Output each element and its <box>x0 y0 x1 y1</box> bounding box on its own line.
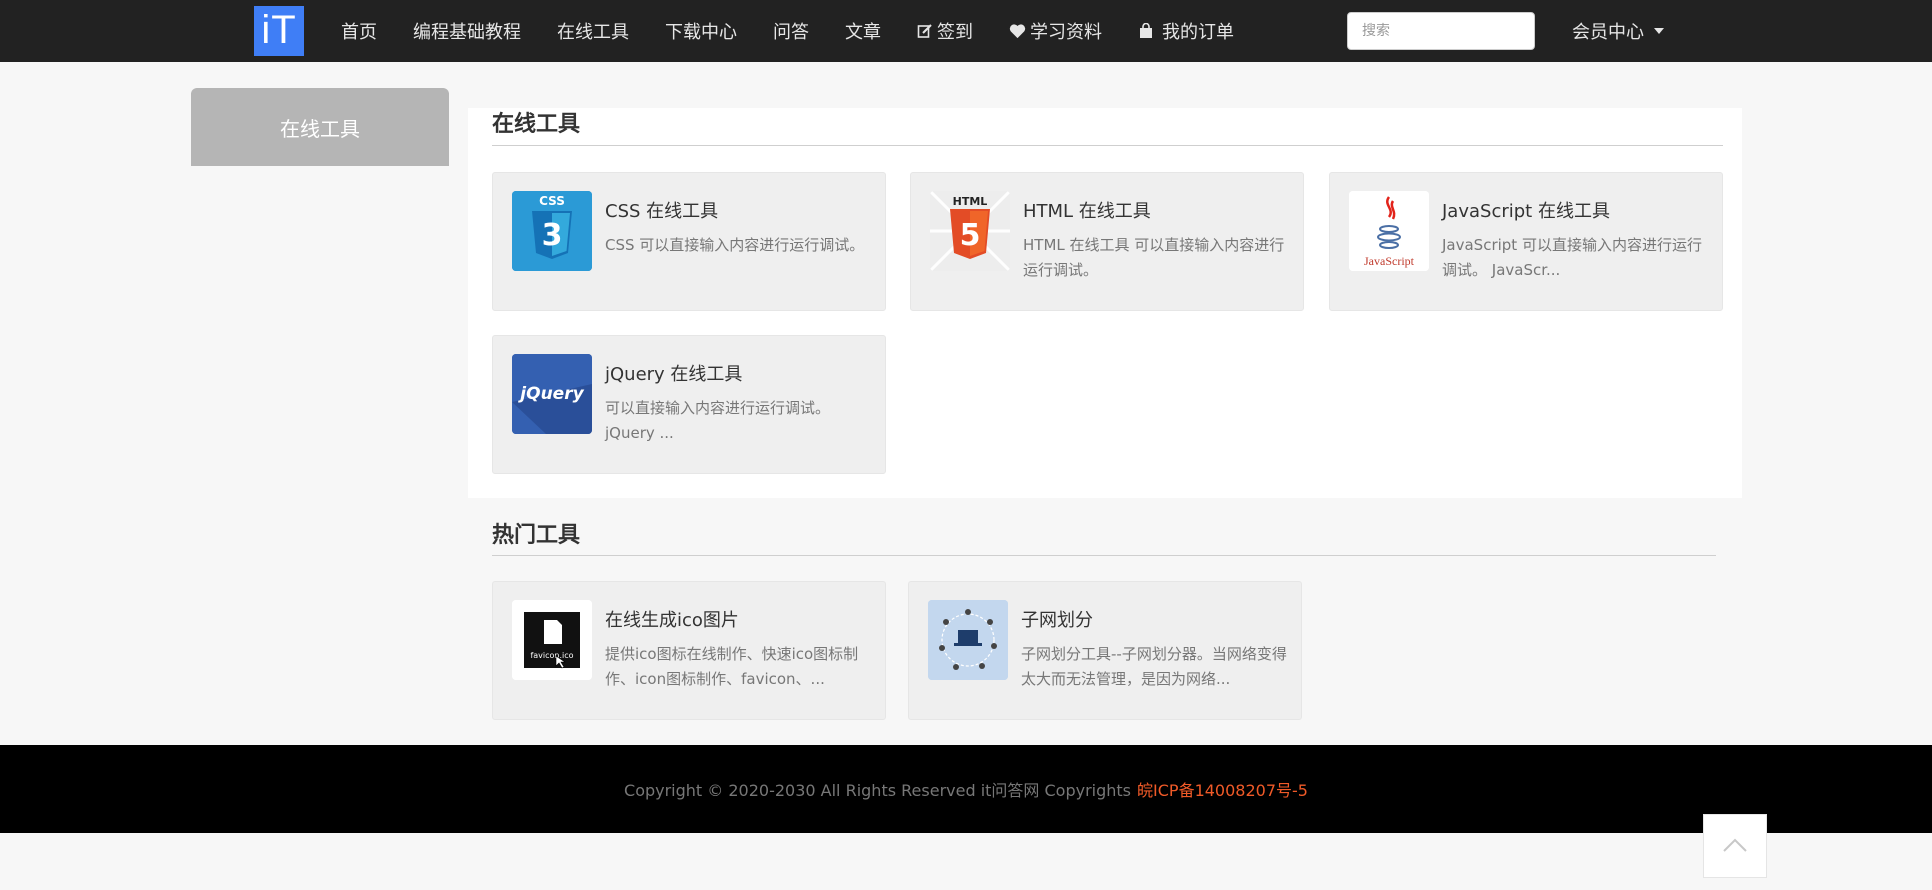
nav-item-tutorials[interactable]: 编程基础教程 <box>395 18 539 44</box>
network-icon <box>928 600 1008 680</box>
section-title-hot-tools: 热门工具 <box>492 523 581 548</box>
tool-card-subnet[interactable]: 子网划分 子网划分工具--子网划分器。当网络变得太大而无法管理，是因为网络... <box>908 581 1302 720</box>
nav-item-articles[interactable]: 文章 <box>827 18 899 44</box>
svg-text:CSS: CSS <box>539 194 565 208</box>
chevron-up-icon <box>1723 838 1747 852</box>
heart-icon <box>1009 24 1026 39</box>
jquery-icon: jQuery <box>512 354 592 434</box>
sidebar-tab-online-tools[interactable]: 在线工具 <box>191 88 449 166</box>
nav-item-my-orders[interactable]: 我的订单 <box>1120 18 1252 44</box>
back-to-top-button[interactable] <box>1703 814 1767 878</box>
main-nav: 首页 编程基础教程 在线工具 下载中心 问答 文章 签到 学习资料 我的订单 <box>323 0 1252 62</box>
javascript-icon: JavaScript <box>1349 191 1429 271</box>
site-logo[interactable]: iT <box>254 6 304 56</box>
tool-card-html[interactable]: HTML 5 HTML 在线工具 HTML 在线工具 可以直接输入内容进行运行调… <box>910 172 1304 311</box>
card-description: CSS 可以直接输入内容进行运行调试。 <box>605 236 865 254</box>
card-title: HTML 在线工具 <box>1023 201 1151 222</box>
tool-card-css[interactable]: CSS 3 CSS 在线工具 CSS 可以直接输入内容进行运行调试。 <box>492 172 886 311</box>
svg-text:5: 5 <box>960 218 981 253</box>
section-divider <box>492 555 1716 556</box>
section-divider <box>492 145 1723 146</box>
nav-item-study-materials[interactable]: 学习资料 <box>991 18 1120 44</box>
card-description: 提供ico图标在线制作、快速ico图标制作、icon图标制作、favicon、.… <box>605 645 859 688</box>
nav-item-home[interactable]: 首页 <box>323 18 395 44</box>
nav-item-online-tools[interactable]: 在线工具 <box>539 18 647 44</box>
nav-item-downloads[interactable]: 下载中心 <box>647 18 755 44</box>
footer-copyright: Copyright © 2020-2030 All Rights Reserve… <box>624 781 1132 800</box>
section-title-online-tools: 在线工具 <box>492 112 581 137</box>
card-description: 子网划分工具--子网划分器。当网络变得太大而无法管理，是因为网络... <box>1021 645 1287 688</box>
nav-item-checkin[interactable]: 签到 <box>899 18 991 44</box>
card-description: JavaScript 可以直接输入内容进行运行调试。 JavaScr... <box>1442 236 1702 279</box>
card-title: 子网划分 <box>1021 610 1093 631</box>
footer: Copyright © 2020-2030 All Rights Reserve… <box>0 745 1932 833</box>
svg-text:jQuery: jQuery <box>517 384 584 404</box>
shopping-bag-icon <box>1140 23 1152 38</box>
card-description: HTML 在线工具 可以直接输入内容进行运行调试。 <box>1023 236 1285 279</box>
svg-text:JavaScript: JavaScript <box>1364 254 1415 268</box>
tool-card-javascript[interactable]: JavaScript JavaScript 在线工具 JavaScript 可以… <box>1329 172 1723 311</box>
top-navbar: iT 首页 编程基础教程 在线工具 下载中心 问答 文章 签到 学习资料 我的订… <box>0 0 1932 62</box>
svg-text:HTML: HTML <box>953 195 988 208</box>
member-center-dropdown[interactable]: 会员中心 <box>1572 0 1664 62</box>
card-title: CSS 在线工具 <box>605 201 719 222</box>
svg-text:3: 3 <box>542 218 563 253</box>
favicon-icon: favicon.ico <box>512 600 592 680</box>
edit-icon <box>917 24 932 38</box>
tool-card-jquery[interactable]: jQuery jQuery 在线工具 可以直接输入内容进行运行调试。 jQuer… <box>492 335 886 474</box>
card-title: 在线生成ico图片 <box>605 610 739 631</box>
card-title: JavaScript 在线工具 <box>1442 201 1610 222</box>
nav-item-qa[interactable]: 问答 <box>755 18 827 44</box>
icp-link[interactable]: 皖ICP备14008207号-5 <box>1137 777 1308 801</box>
search-input[interactable] <box>1347 12 1535 50</box>
css3-icon: CSS 3 <box>512 191 592 271</box>
tool-card-ico-generator[interactable]: favicon.ico 在线生成ico图片 提供ico图标在线制作、快速ico图… <box>492 581 886 720</box>
svg-text:favicon.ico: favicon.ico <box>530 651 573 660</box>
card-description: 可以直接输入内容进行运行调试。 jQuery ... <box>605 399 831 442</box>
caret-down-icon <box>1654 28 1664 34</box>
html5-icon: HTML 5 <box>930 191 1010 271</box>
card-title: jQuery 在线工具 <box>605 364 743 385</box>
